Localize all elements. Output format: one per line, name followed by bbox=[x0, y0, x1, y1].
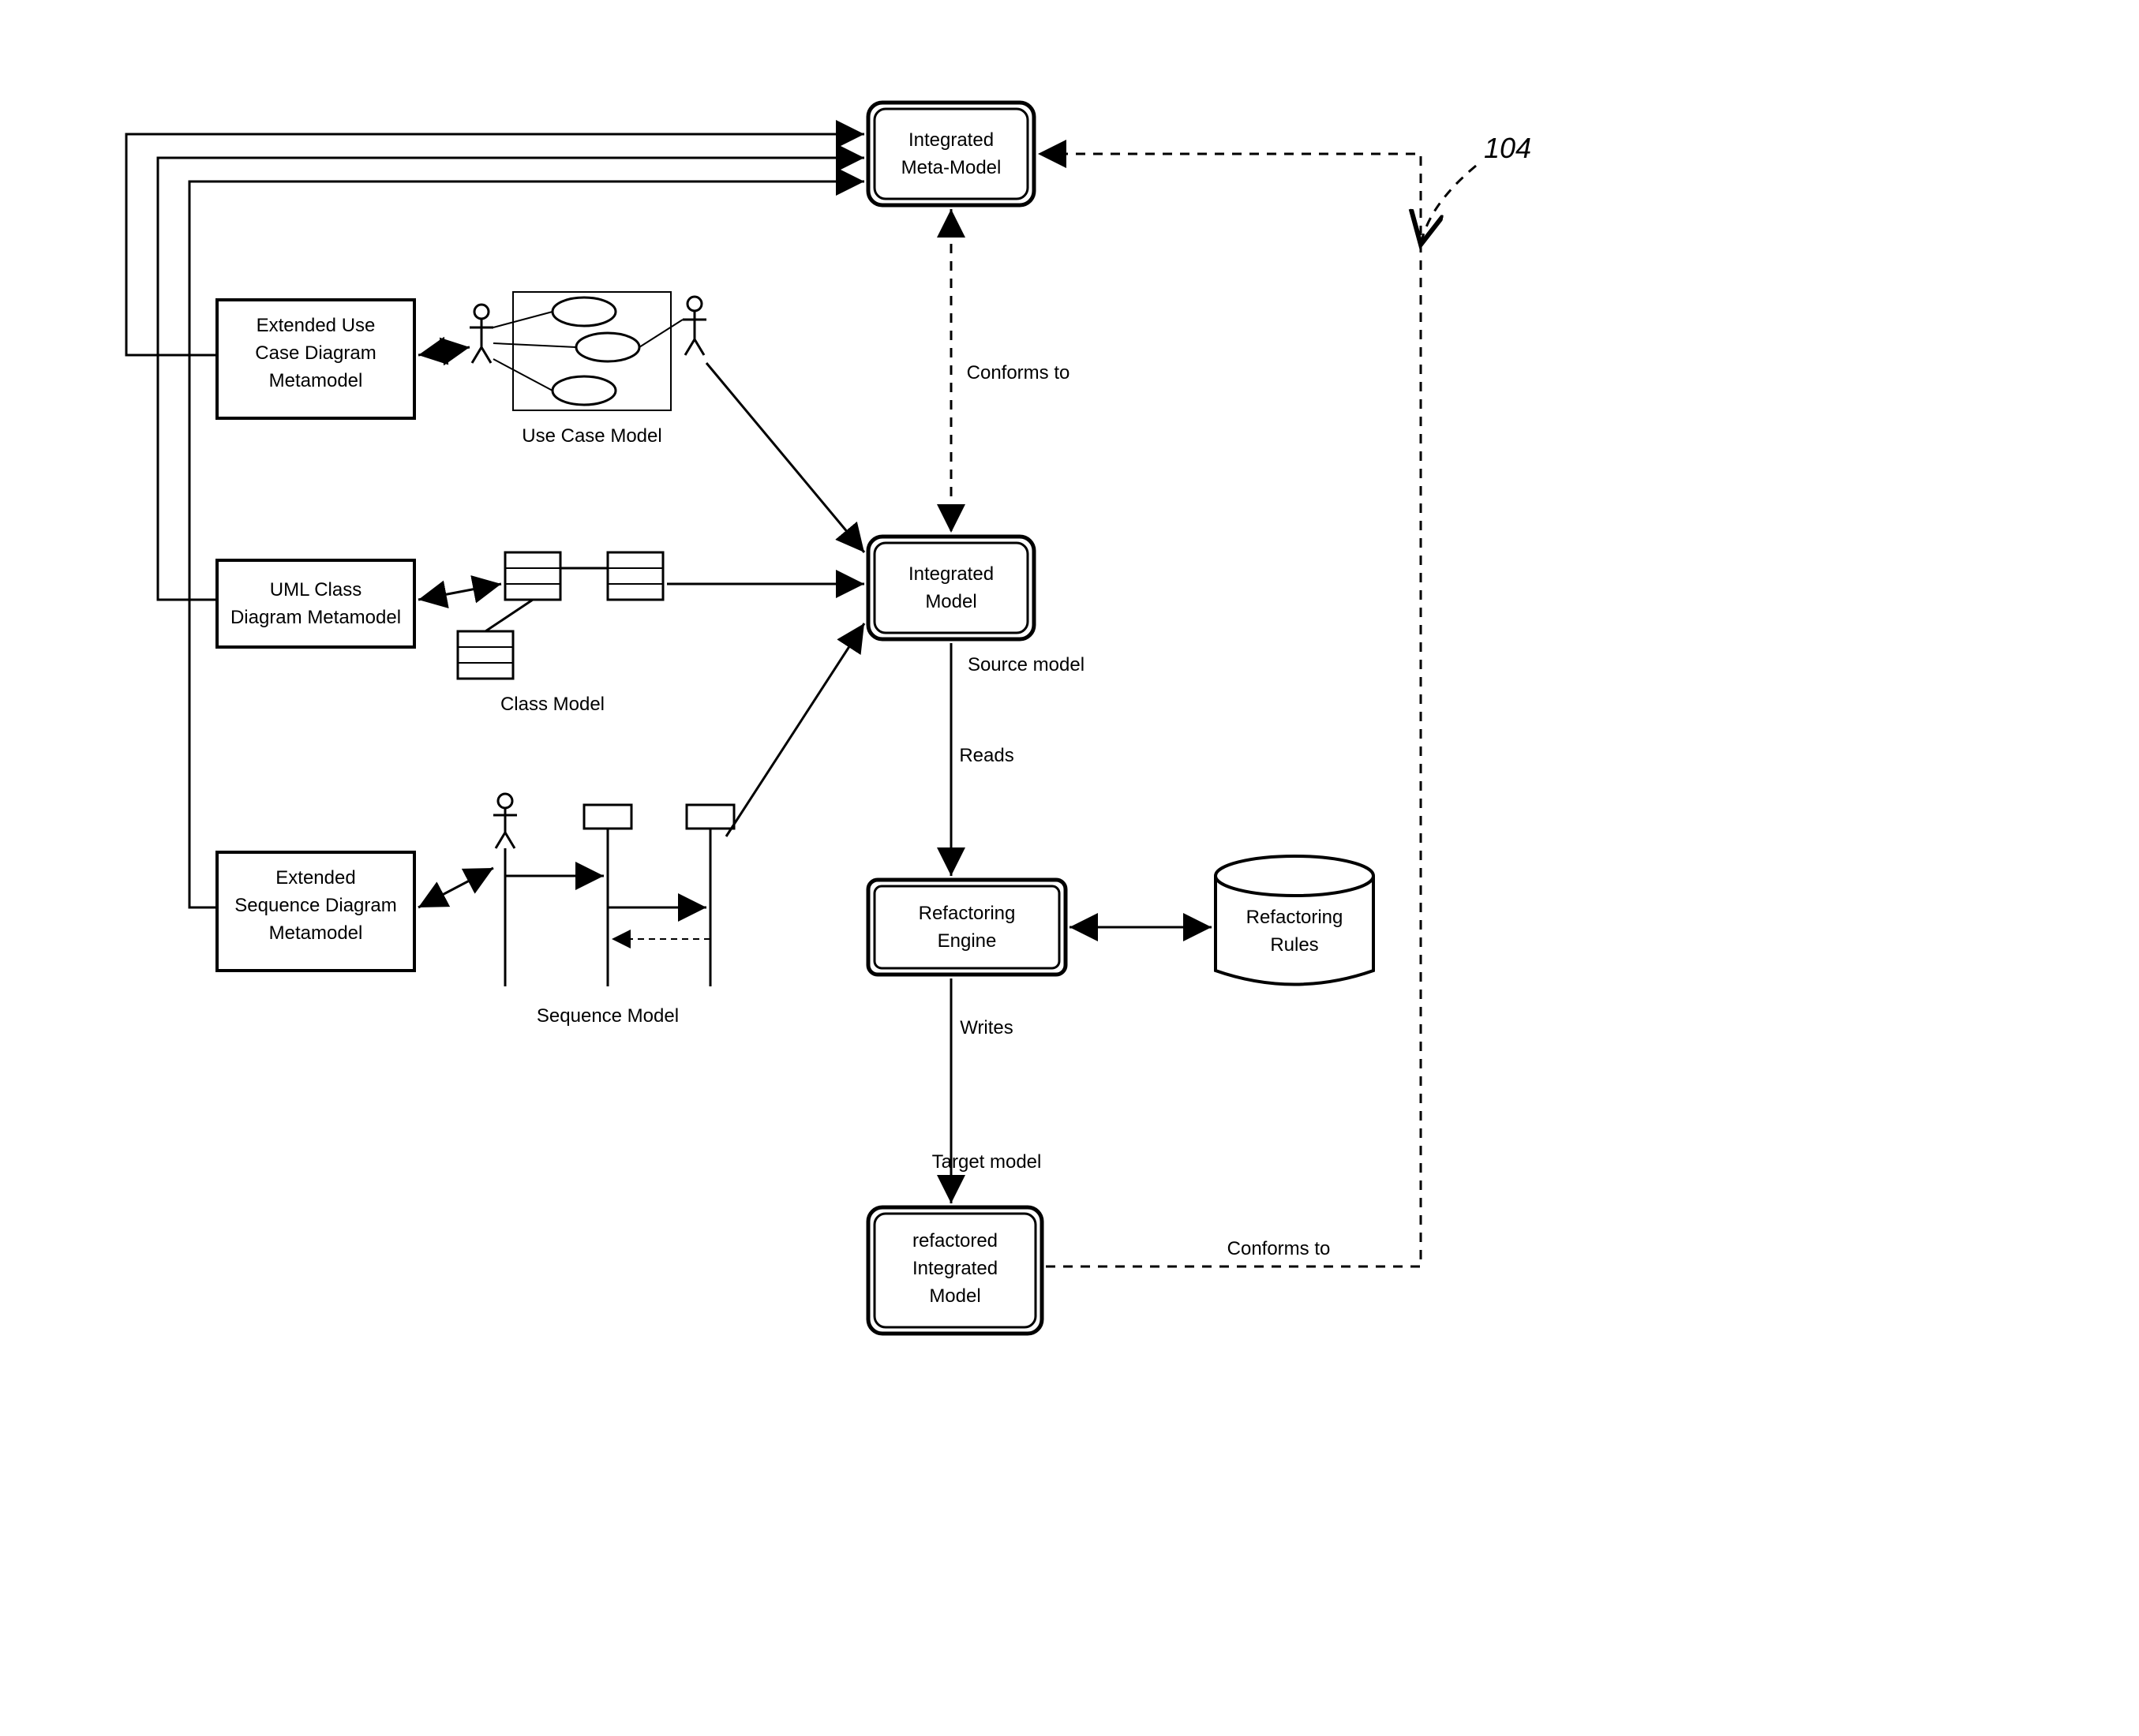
svg-text:Class Model: Class Model bbox=[500, 694, 605, 715]
svg-text:Metamodel: Metamodel bbox=[269, 922, 363, 944]
svg-text:Rules: Rules bbox=[1270, 934, 1318, 956]
actor-icon bbox=[470, 305, 493, 363]
svg-text:Integrated: Integrated bbox=[912, 1258, 998, 1279]
svg-text:Source model: Source model bbox=[968, 654, 1084, 675]
svg-text:Reads: Reads bbox=[959, 745, 1013, 766]
svg-text:Model: Model bbox=[925, 591, 976, 612]
svg-text:Extended Use: Extended Use bbox=[257, 315, 376, 336]
svg-text:Model: Model bbox=[929, 1285, 980, 1307]
svg-text:Meta-Model: Meta-Model bbox=[901, 157, 1002, 178]
svg-text:UML Class: UML Class bbox=[270, 579, 361, 600]
svg-text:Use Case Model: Use Case Model bbox=[522, 425, 661, 447]
svg-text:Conforms to: Conforms to bbox=[1227, 1238, 1331, 1259]
refactoring-rules-db: Refactoring Rules bbox=[1216, 856, 1373, 985]
svg-text:Integrated: Integrated bbox=[908, 129, 994, 151]
svg-text:refactored: refactored bbox=[912, 1230, 998, 1251]
svg-text:Integrated: Integrated bbox=[908, 563, 994, 585]
svg-text:Engine: Engine bbox=[938, 930, 997, 952]
reference-number: 104 bbox=[1484, 132, 1531, 164]
sequence-model-diagram: Sequence Model bbox=[493, 794, 734, 1027]
svg-text:Sequence Diagram: Sequence Diagram bbox=[234, 895, 396, 916]
usecase-model-diagram: Use Case Model bbox=[470, 292, 706, 447]
svg-text:Diagram Metamodel: Diagram Metamodel bbox=[230, 607, 401, 628]
refactoring-engine-box: Refactoring Engine bbox=[868, 880, 1066, 975]
svg-text:Refactoring: Refactoring bbox=[1246, 907, 1343, 928]
svg-text:Target model: Target model bbox=[932, 1151, 1042, 1173]
class-model-diagram: Class Model bbox=[458, 552, 663, 715]
refactored-model-box: refactored Integrated Model bbox=[868, 1207, 1042, 1334]
svg-text:Extended: Extended bbox=[275, 867, 355, 889]
extended-sequence-metamodel-box: Extended Sequence Diagram Metamodel bbox=[217, 852, 414, 971]
svg-text:Refactoring: Refactoring bbox=[919, 903, 1016, 924]
integrated-model-box: Integrated Model bbox=[868, 537, 1034, 639]
svg-text:Sequence Model: Sequence Model bbox=[537, 1005, 679, 1027]
svg-text:Writes: Writes bbox=[960, 1017, 1013, 1038]
actor-icon bbox=[493, 794, 517, 848]
actor-icon bbox=[683, 297, 706, 355]
svg-text:Metamodel: Metamodel bbox=[269, 370, 363, 391]
svg-text:Conforms to: Conforms to bbox=[967, 362, 1070, 383]
integrated-meta-model-box: Integrated Meta-Model bbox=[868, 103, 1034, 205]
extended-usecase-metamodel-box: Extended Use Case Diagram Metamodel bbox=[217, 300, 414, 418]
uml-class-metamodel-box: UML Class Diagram Metamodel bbox=[217, 560, 414, 647]
svg-text:Case Diagram: Case Diagram bbox=[255, 342, 376, 364]
